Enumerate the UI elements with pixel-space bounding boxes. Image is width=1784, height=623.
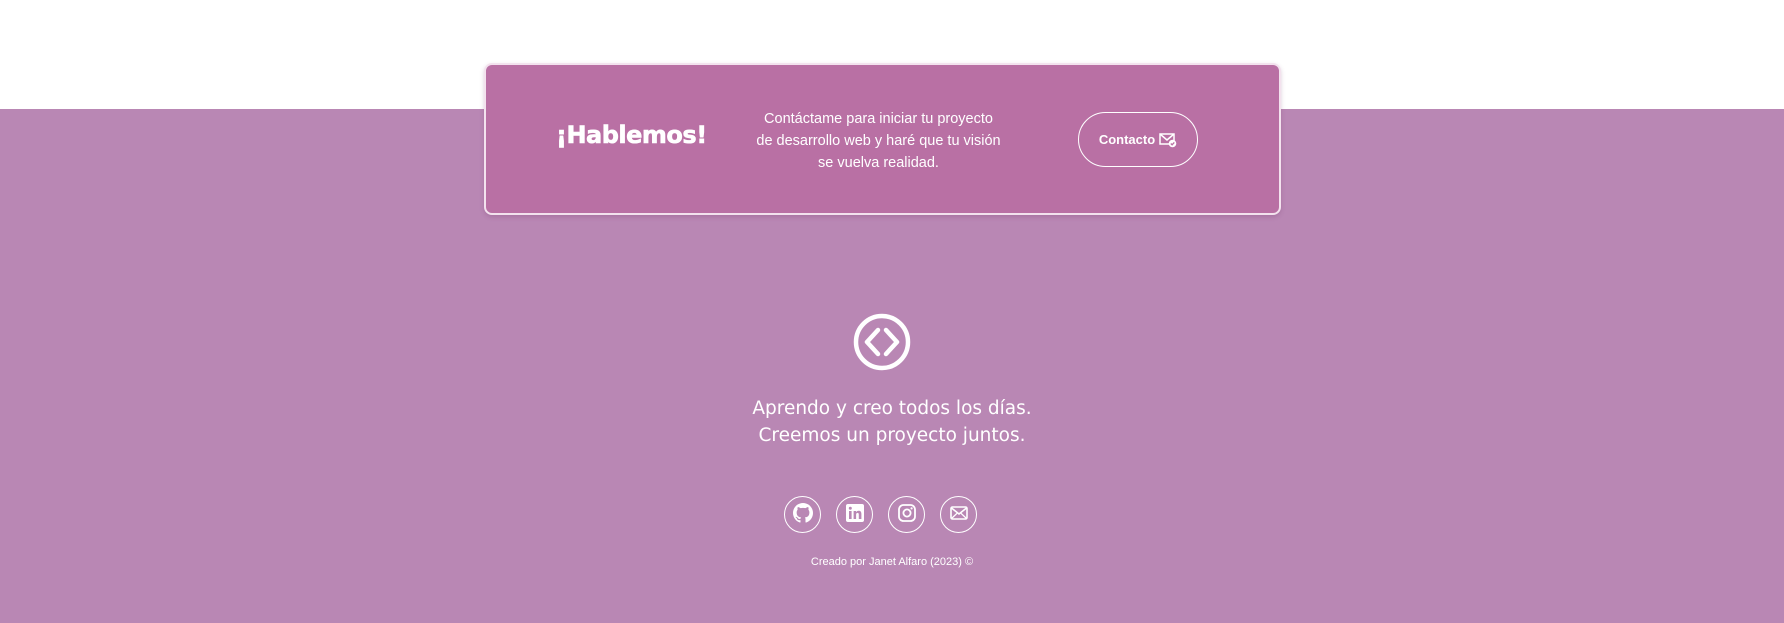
linkedin-icon — [845, 503, 865, 527]
cta-description: Contáctame para iniciar tu proyecto de d… — [756, 111, 1001, 171]
email-icon — [949, 503, 969, 527]
footer-credit: Creado por Janet Alfaro (2023) © — [810, 556, 974, 568]
instagram-link[interactable] — [888, 496, 925, 533]
code-brackets-circle-icon — [853, 313, 911, 371]
linkedin-link[interactable] — [836, 496, 873, 533]
github-link[interactable] — [784, 496, 821, 533]
mail-check-icon — [1159, 132, 1177, 148]
contact-button-label: Contacto — [1098, 132, 1156, 147]
cta-title: ¡Hablemos! — [556, 121, 708, 150]
contact-cta-card: ¡Hablemos! Contáctame para iniciar tu pr… — [484, 63, 1281, 215]
tagline-line-1: Aprendo y creo todos los días. — [752, 398, 1032, 419]
tagline-line-2: Creemos un proyecto juntos. — [758, 425, 1026, 446]
contact-button[interactable]: Contacto — [1078, 112, 1198, 167]
social-links — [784, 496, 977, 533]
github-icon — [792, 502, 813, 527]
email-link[interactable] — [940, 496, 977, 533]
instagram-icon — [897, 503, 917, 527]
